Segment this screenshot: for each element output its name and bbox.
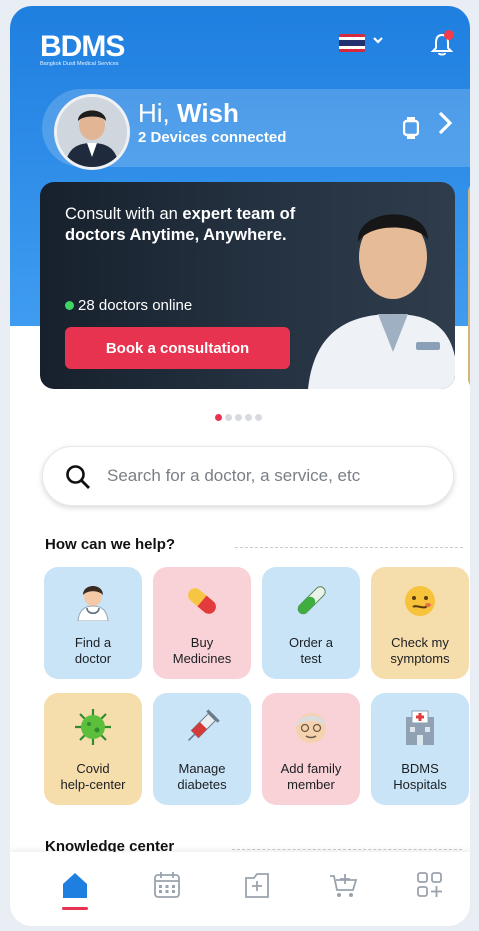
logo-text: BDMS xyxy=(40,30,125,63)
tile-label-line1: Order a xyxy=(288,635,334,650)
tile-manage-diabetes[interactable]: Manage diabetes xyxy=(153,693,251,805)
carousel-dot[interactable] xyxy=(215,414,222,421)
user-name: Wish xyxy=(177,98,239,128)
carousel-dot[interactable] xyxy=(225,414,232,421)
tile-label-line1: Buy xyxy=(190,635,214,650)
carousel-dot[interactable] xyxy=(255,414,262,421)
greeting-text: Hi, Wish xyxy=(138,98,239,129)
search-bar[interactable] xyxy=(42,446,454,506)
book-consultation-button[interactable]: Book a consultation xyxy=(65,327,290,369)
carousel-dot[interactable] xyxy=(245,414,252,421)
devices-connected: 2 Devices connected xyxy=(138,129,287,146)
more-apps-icon[interactable] xyxy=(415,870,445,905)
section-divider xyxy=(235,547,463,548)
tile-label-line2: doctor xyxy=(74,651,112,666)
tile-label: BDMS Hospitals xyxy=(371,761,469,793)
tile-label-line1: Covid xyxy=(76,761,110,776)
tile-label-line1: Add family xyxy=(280,761,342,776)
hospital-icon xyxy=(371,707,469,747)
pill-icon xyxy=(153,581,251,621)
bdms-logo: BDMS Bangkok Dusit Medical Services xyxy=(40,30,125,67)
tile-bdms-hospitals[interactable]: BDMS Hospitals xyxy=(371,693,469,805)
chevron-down-icon[interactable] xyxy=(372,32,384,51)
avatar[interactable] xyxy=(54,94,130,170)
calendar-icon[interactable] xyxy=(152,870,182,905)
tile-label-line1: Check my xyxy=(391,635,449,650)
sick-face-icon xyxy=(371,581,469,621)
syringe-icon xyxy=(153,707,251,747)
tile-check-symptoms[interactable]: Check my symptoms xyxy=(371,567,469,679)
search-icon xyxy=(65,464,91,495)
doctor-photo xyxy=(298,182,455,389)
active-tab-indicator xyxy=(62,907,88,910)
home-icon[interactable] xyxy=(60,870,90,905)
tile-label-line2: Medicines xyxy=(172,651,232,666)
banner-headline-regular: Consult with an xyxy=(65,205,183,223)
tile-label-line1: Find a xyxy=(74,635,112,650)
notification-badge xyxy=(444,30,454,40)
tile-label: Covid help-center xyxy=(44,761,142,793)
tile-label: Add family member xyxy=(262,761,360,793)
bottom-navigation xyxy=(10,852,470,926)
virus-icon xyxy=(44,707,142,747)
tile-label-line2: test xyxy=(300,651,322,666)
tile-add-family-member[interactable]: Add family member xyxy=(262,693,360,805)
carousel-dot[interactable] xyxy=(235,414,242,421)
test-tube-icon xyxy=(262,581,360,621)
medical-record-icon[interactable] xyxy=(242,870,272,905)
tile-label: Buy Medicines xyxy=(153,635,251,667)
next-banner-peek[interactable] xyxy=(468,182,470,389)
tile-buy-medicines[interactable]: Buy Medicines xyxy=(153,567,251,679)
grandparent-icon xyxy=(262,707,360,747)
carousel-pagination xyxy=(215,408,265,426)
doctors-online-text: 28 doctors online xyxy=(78,297,193,314)
doctor-icon xyxy=(44,581,142,622)
tile-label: Order a test xyxy=(262,635,360,667)
smartwatch-icon[interactable] xyxy=(402,116,420,145)
tile-label-line2: member xyxy=(287,777,335,792)
cart-icon[interactable] xyxy=(328,870,358,905)
banner-headline: Consult with an expert team of doctors A… xyxy=(65,204,325,246)
doctors-online: 28 doctors online xyxy=(65,297,192,314)
tile-label: Manage diabetes xyxy=(153,761,251,793)
online-status-dot xyxy=(65,301,74,310)
tile-label-line2: help-center xyxy=(60,777,126,792)
tile-covid-help-center[interactable]: Covid help-center xyxy=(44,693,142,805)
tile-order-test[interactable]: Order a test xyxy=(262,567,360,679)
search-input[interactable] xyxy=(105,460,439,492)
tile-label: Find a doctor xyxy=(44,635,142,667)
tile-find-doctor[interactable]: Find a doctor xyxy=(44,567,142,679)
section-divider xyxy=(232,849,462,850)
chevron-right-icon[interactable] xyxy=(437,110,453,143)
app-screen: BDMS Bangkok Dusit Medical Services Hi, … xyxy=(10,6,470,926)
tile-label-line2: Hospitals xyxy=(393,777,447,792)
section-title-help: How can we help? xyxy=(45,536,176,553)
tile-label-line2: diabetes xyxy=(177,777,227,792)
greeting-hi: Hi, xyxy=(138,98,170,128)
tile-label-line2: symptoms xyxy=(390,651,450,666)
thailand-flag-icon[interactable] xyxy=(339,34,365,52)
logo-subtext: Bangkok Dusit Medical Services xyxy=(40,61,119,67)
tile-label-line1: Manage xyxy=(178,761,226,776)
tile-label: Check my symptoms xyxy=(371,635,469,667)
consultation-banner[interactable]: Consult with an expert team of doctors A… xyxy=(40,182,455,389)
tile-label-line1: BDMS xyxy=(401,761,439,776)
